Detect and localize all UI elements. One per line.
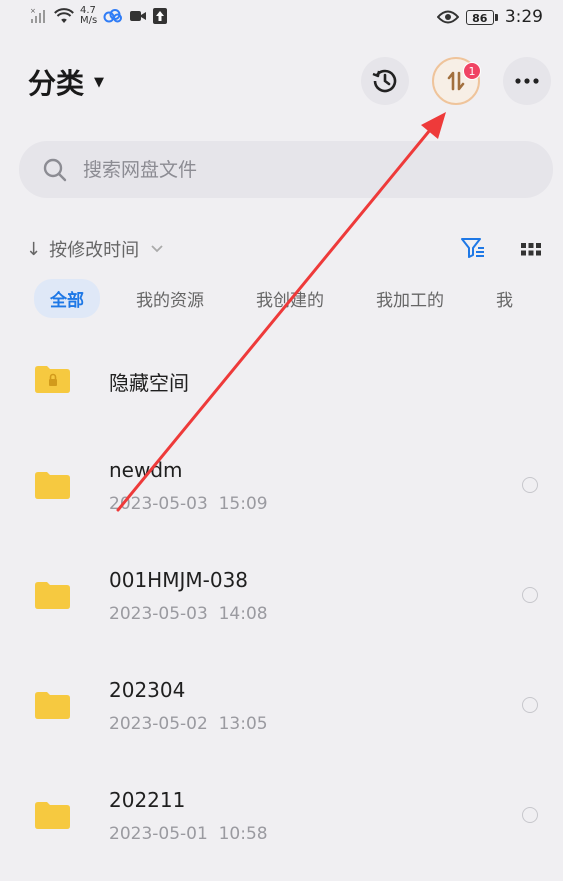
history-icon: [372, 69, 397, 93]
locked-folder-icon: [35, 366, 70, 393]
chevron-down-icon: [151, 245, 163, 253]
wifi-icon: [54, 8, 74, 23]
more-dots-icon: [515, 78, 539, 84]
cloud-app-icon: [103, 9, 123, 23]
sort-selector[interactable]: ↓ 按修改时间: [26, 236, 163, 262]
file-name: 001HMJM-038: [109, 568, 249, 592]
more-button[interactable]: [503, 57, 551, 105]
folder-icon: [35, 472, 70, 499]
select-radio[interactable]: [522, 587, 538, 603]
list-item-001hmjm-038[interactable]: 001HMJM-038 2023-05-03 14:08: [0, 550, 563, 640]
eye-icon: [436, 10, 459, 24]
tab-my-resources[interactable]: 我的资源: [136, 286, 204, 311]
file-name: 202304: [109, 678, 186, 702]
clock: 3:29: [504, 7, 543, 27]
file-date: 2023-05-03 15:09: [109, 494, 268, 514]
status-left: × 4.7 M/s: [30, 6, 168, 26]
search-bar[interactable]: [19, 141, 553, 198]
transfer-badge: 1: [463, 62, 481, 80]
file-name: newdm: [109, 458, 183, 482]
list-item-202211[interactable]: 202211 2023-05-01 10:58: [0, 770, 563, 860]
history-button[interactable]: [361, 57, 409, 105]
file-date: 2023-05-02 13:05: [109, 714, 268, 734]
select-radio[interactable]: [522, 477, 538, 493]
battery-indicator: 86: [465, 9, 498, 25]
upload-icon: [153, 8, 168, 24]
folder-icon: [35, 692, 70, 719]
tab-partial[interactable]: 我: [496, 286, 513, 311]
tab-processed-by-me[interactable]: 我加工的: [376, 286, 444, 311]
status-bar: × 4.7 M/s 86 3:29: [0, 0, 563, 36]
battery-tip: [494, 13, 498, 21]
search-icon: [43, 158, 67, 181]
net-speed-unit: M/s: [80, 15, 98, 26]
svg-text:×: ×: [30, 7, 36, 15]
caret-down-icon: ▼: [94, 74, 105, 90]
select-radio[interactable]: [522, 697, 538, 713]
status-right: 86 3:29: [436, 7, 543, 27]
tab-created-by-me[interactable]: 我创建的: [256, 286, 324, 311]
signal-icon: ×: [30, 7, 45, 23]
list-item-202304[interactable]: 202304 2023-05-02 13:05: [0, 660, 563, 750]
file-date: 2023-05-03 14:08: [109, 604, 268, 624]
category-title[interactable]: 分类 ▼: [28, 62, 104, 102]
sort-arrow-down-icon: ↓: [26, 238, 42, 260]
page-title: 分类: [28, 67, 85, 100]
folder-icon: [35, 582, 70, 609]
file-name: 隐藏空间: [109, 371, 189, 395]
list-item-hidden-space[interactable]: 隐藏空间: [0, 335, 563, 425]
file-date: 2023-05-01 10:58: [109, 824, 268, 844]
battery-level: 86: [465, 9, 494, 25]
category-tabs: 全部 我的资源 我创建的 我加工的 我: [34, 279, 563, 318]
folder-icon: [35, 802, 70, 829]
grid-view-icon[interactable]: [519, 238, 543, 262]
select-radio[interactable]: [522, 807, 538, 823]
network-speed: 4.7 M/s: [80, 6, 97, 26]
video-camera-icon: [130, 11, 147, 21]
list-item-newdm[interactable]: newdm 2023-05-03 15:09: [0, 440, 563, 530]
filter-icon[interactable]: [460, 235, 486, 261]
tab-all[interactable]: 全部: [34, 279, 100, 318]
sort-label: 按修改时间: [49, 240, 140, 261]
file-name: 202211: [109, 788, 186, 812]
search-input[interactable]: [81, 157, 485, 182]
